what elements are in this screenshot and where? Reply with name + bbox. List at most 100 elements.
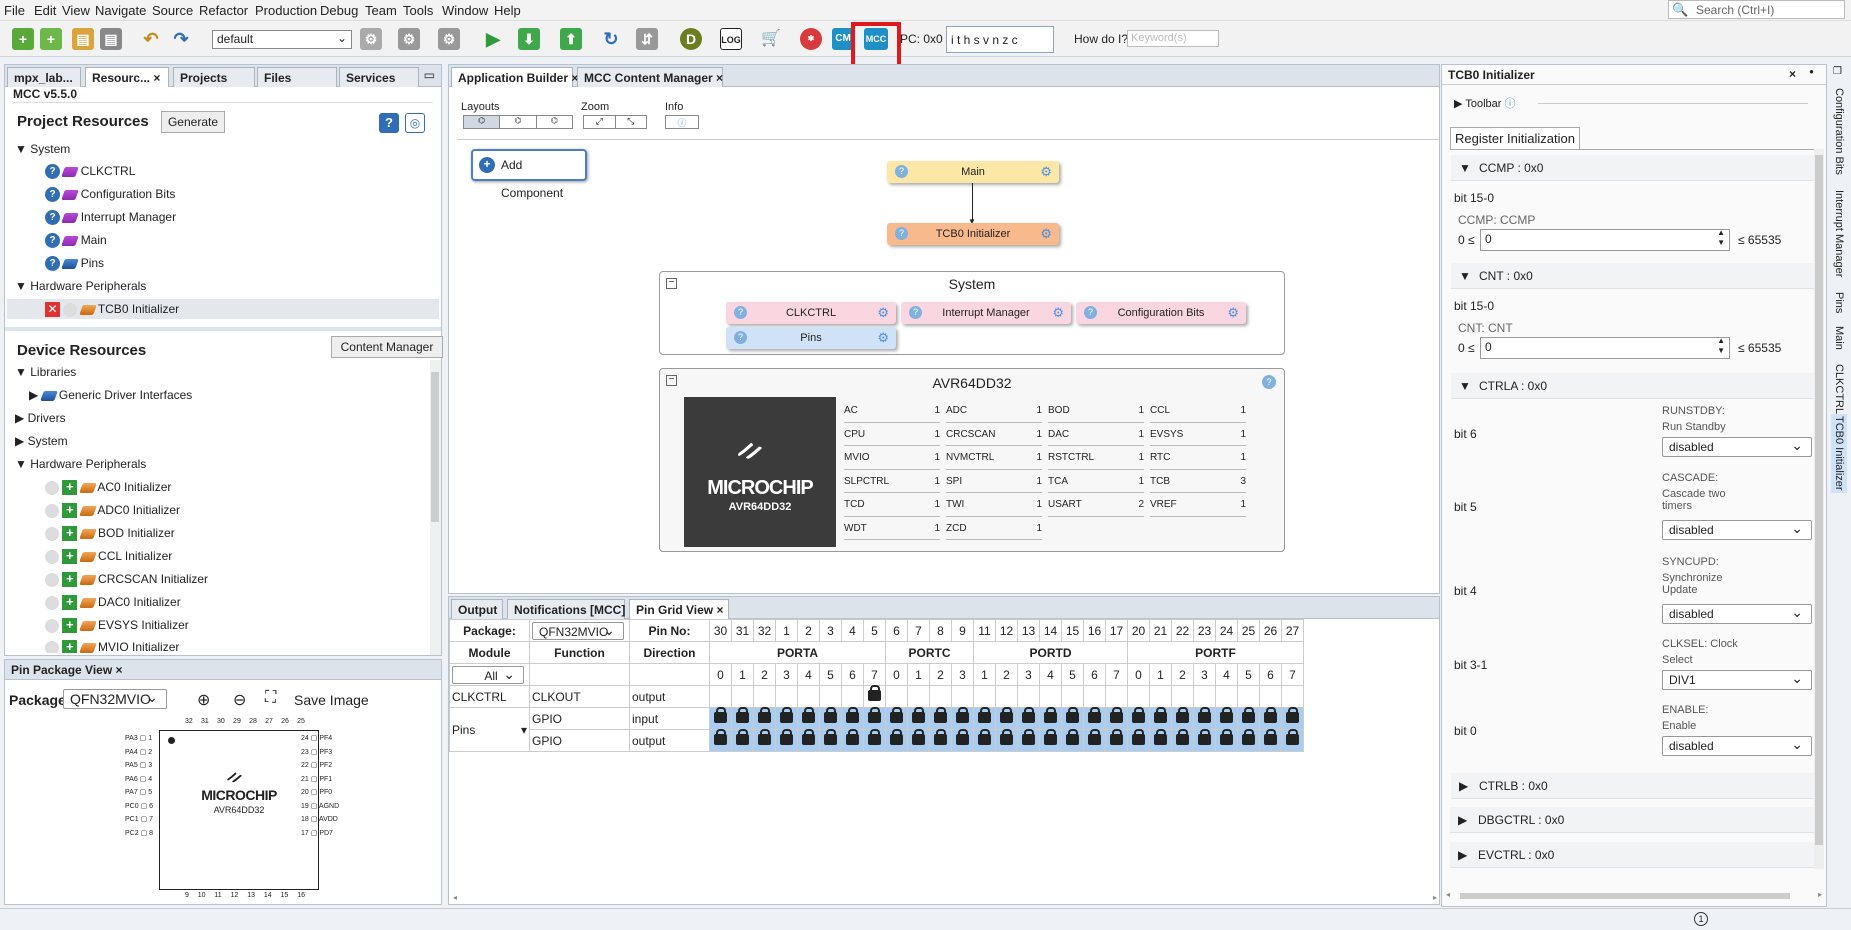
help-icon[interactable]: ? — [379, 113, 399, 133]
help-icon[interactable]: ? — [909, 306, 922, 319]
pin-cell[interactable] — [775, 685, 798, 708]
tab-resources[interactable]: Resourc... × — [85, 67, 169, 87]
project-item-config-bits[interactable]: ? Configuration Bits — [45, 184, 175, 204]
side-tab-main[interactable]: Main — [1833, 326, 1845, 350]
pin-left[interactable]: PA7 ▢ 5 — [125, 788, 163, 802]
pin-cell[interactable] — [1061, 685, 1084, 708]
section-ctrla[interactable]: ▼ CTRLA : 0x0 — [1451, 373, 1814, 399]
section-dbgctrl[interactable]: ▶ DBGCTRL : 0x0 — [1450, 807, 1814, 833]
tab-projects[interactable]: Projects — [173, 67, 255, 87]
generate-button[interactable]: Generate — [161, 111, 225, 133]
tab-register-init[interactable]: Register Initialization — [1450, 127, 1580, 149]
close-icon[interactable]: × — [716, 71, 723, 85]
node-interrupt-manager[interactable]: ? Interrupt Manager ⚙ — [901, 302, 1071, 324]
pin-left[interactable]: PA5 ▢ 3 — [125, 761, 163, 775]
pin-cell[interactable] — [1127, 706, 1150, 730]
undo-icon[interactable]: ↶ — [140, 28, 162, 50]
layout-vertical-icon[interactable]: ⌬ — [537, 116, 572, 128]
mcc-icon[interactable]: MCC — [864, 28, 888, 50]
device-item[interactable]: + CCL Initializer — [45, 546, 172, 566]
make-icon[interactable]: ⚙ — [438, 28, 460, 50]
pin-cell[interactable] — [753, 728, 776, 752]
pin-left[interactable]: PC0 ▢ 6 — [125, 802, 163, 816]
help-icon[interactable]: ? — [45, 187, 60, 203]
device-item[interactable]: + DAC0 Initializer — [45, 592, 181, 612]
pin-cell[interactable] — [1149, 728, 1172, 752]
scrollbar-thumb[interactable] — [1815, 155, 1823, 845]
tree-generic-driver[interactable]: ▶ Generic Driver Interfaces — [29, 385, 192, 405]
pin-cell[interactable] — [841, 728, 864, 752]
add-icon[interactable]: + — [62, 572, 78, 588]
minimize-icon[interactable]: ▭ — [424, 68, 435, 82]
spinner-icon[interactable]: ▲ ▼ — [1717, 336, 1725, 356]
pin-cell[interactable] — [995, 685, 1018, 708]
tree-hardware-peripherals[interactable]: ▼ Hardware Peripherals — [15, 276, 146, 296]
pin-right[interactable]: 24 ▢ PF4 — [301, 734, 345, 748]
device-item[interactable]: + CRCSCAN Initializer — [45, 569, 208, 589]
pin-cell[interactable] — [995, 706, 1018, 730]
open-project-icon[interactable]: ▤ — [72, 28, 94, 50]
vertical-scrollbar[interactable] — [1814, 149, 1824, 869]
help-icon[interactable]: ? — [1262, 375, 1276, 389]
pin-cell[interactable] — [885, 706, 908, 730]
add-icon[interactable]: + — [62, 503, 78, 519]
gear-icon[interactable]: ⚙ — [1052, 305, 1064, 320]
scrollbar[interactable] — [430, 360, 441, 655]
restore-icon[interactable]: ❐ — [1833, 66, 1842, 77]
pin-cell[interactable] — [797, 728, 820, 752]
pin-cell[interactable] — [1039, 706, 1062, 730]
pin-cell[interactable] — [951, 706, 974, 730]
help-icon[interactable]: ? — [45, 256, 60, 272]
pin-left[interactable]: PA6 ▢ 4 — [125, 775, 163, 789]
menu-production[interactable]: Production — [255, 3, 317, 18]
pin-cell[interactable] — [1149, 685, 1172, 708]
pin-cell[interactable] — [1171, 728, 1194, 752]
project-item-main[interactable]: ? Main — [45, 230, 107, 250]
menu-refactor[interactable]: Refactor — [199, 3, 248, 18]
pin-cell[interactable] — [841, 685, 864, 708]
help-icon[interactable]: ? — [895, 165, 908, 178]
pin-right[interactable]: 17 ▢ PD7 — [301, 829, 345, 843]
pin-cell[interactable] — [1259, 706, 1282, 730]
keyword-input[interactable]: Keyword(s) — [1127, 30, 1219, 47]
harmony-icon[interactable]: ✱ — [800, 28, 822, 50]
pin-cell[interactable] — [819, 706, 842, 730]
menu-debug[interactable]: Debug — [320, 3, 358, 18]
cnt-input[interactable]: 0 ▲ ▼ — [1480, 336, 1730, 359]
pin-cell[interactable] — [907, 685, 930, 708]
pin-cell[interactable] — [1281, 728, 1304, 752]
dv-icon[interactable]: D — [680, 28, 702, 50]
tab-output[interactable]: Output — [451, 599, 503, 619]
side-tab-tcb0[interactable]: TCB0 Initializer — [1831, 414, 1847, 493]
tab-mcc-content-manager[interactable]: MCC Content Manager × — [577, 67, 723, 87]
pin-cell[interactable] — [1281, 706, 1304, 730]
tree-drivers[interactable]: ▶ Drivers — [15, 408, 66, 428]
pin-cell[interactable] — [731, 728, 754, 752]
pin-cell[interactable] — [1105, 706, 1128, 730]
zoom-out-icon[interactable]: ⊖ — [233, 690, 246, 710]
pin-cell[interactable] — [929, 728, 952, 752]
pin-cell[interactable] — [1193, 706, 1216, 730]
pin-cell[interactable] — [731, 706, 754, 730]
pin-left[interactable]: PA3 ▢ 1 — [125, 734, 163, 748]
pin-cell[interactable] — [863, 684, 886, 708]
pin-right[interactable]: 19 ▢ AGND — [301, 802, 345, 816]
layout-horizontal-icon[interactable]: ⌬ — [500, 116, 537, 128]
pin-cell[interactable] — [995, 728, 1018, 752]
project-item-interrupt-manager[interactable]: ? Interrupt Manager — [45, 207, 176, 227]
section-ctrlb[interactable]: ▶ CTRLB : 0x0 — [1451, 773, 1814, 799]
pin-icon[interactable]: ● — [1809, 67, 1814, 76]
pin-cell[interactable] — [1259, 728, 1282, 752]
help-icon[interactable]: ? — [734, 331, 747, 344]
help-icon[interactable]: ? — [895, 227, 908, 240]
pin-cell[interactable] — [1105, 685, 1128, 708]
zoom-in-icon[interactable]: ⊕ — [197, 690, 210, 710]
device-item[interactable]: + MVIO Initializer — [45, 637, 179, 653]
splitter[interactable] — [5, 327, 441, 331]
pin-cell[interactable] — [841, 706, 864, 730]
pin-cell[interactable] — [709, 728, 732, 752]
close-icon[interactable]: × — [116, 663, 123, 677]
pin-cell[interactable] — [863, 706, 886, 730]
globe-icon[interactable]: ◎ — [405, 113, 425, 133]
close-project-icon[interactable]: ▤ — [100, 28, 122, 50]
